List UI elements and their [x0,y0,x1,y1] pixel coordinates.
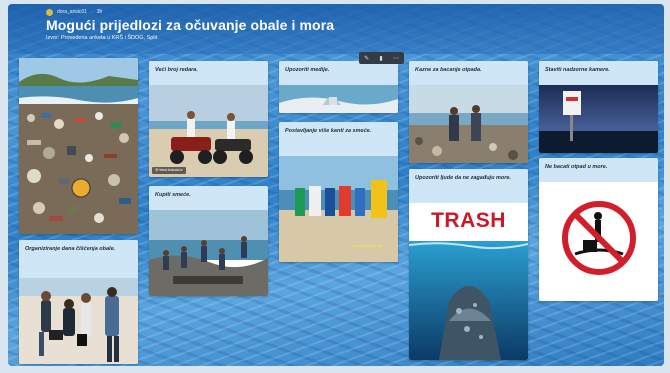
author-name[interactable]: dora_ansic01 [57,9,87,15]
trash-icon[interactable]: ▮ [379,55,382,62]
card-more-guards[interactable]: Veći broj redara. Ⓜ tekst.trokuta.hr [149,61,268,177]
cleanup-volunteers-image [19,278,138,364]
camera-sign-image [539,85,658,153]
card-title: Postavljanje više kanti za smeće. [279,122,398,156]
plastic-wave-image [279,85,398,113]
men-on-littered-beach-image [409,85,528,163]
avatar[interactable] [46,8,53,16]
card-no-dumping[interactable]: Ne bacati otpad u more. [539,158,658,301]
beach-litter-image [19,58,138,234]
card-warn-media[interactable]: Upozoriti medije. [279,61,398,113]
card-title: Kazne za bacanje otpada. [409,61,528,85]
card-title: Staviti nadzorne kamere. [539,61,658,85]
board-header: dora_ansic01 · 3h Mogući prijedlozi za o… [8,4,664,54]
edit-icon[interactable]: ✎ [364,55,369,62]
trash-word: TRASH [431,209,506,232]
card-organize-cleanup[interactable]: Organiziranje dana čišćenja obale. [19,240,138,364]
guards-atv-image: Ⓜ tekst.trokuta.hr [149,85,268,177]
page-subtitle: Izvor: Provedena anketa u KRŠ i ŠDOG, Sp… [46,35,158,41]
no-dumping-sign-image [539,182,658,301]
card-title: Kupiti smeće. [149,186,268,210]
card-cameras[interactable]: Staviti nadzorne kamere. [539,61,658,153]
card-title: Ne bacati otpad u more. [539,158,658,182]
card-buy-nets[interactable]: Kupiti smeće. [149,186,268,296]
author-row: dora_ansic01 · 3h [46,8,626,16]
image-credit[interactable]: Ⓜ tekst.trokuta.hr [152,167,186,174]
card-more-bins[interactable]: Postavljanje više kanti za smeće. Recikl… [279,122,398,262]
recycling-bins-image: Reciklirati & bit [279,156,398,262]
page-title: Mogući prijedlozi za očuvanje obale i mo… [46,17,335,33]
card-title: Upozoriti ljude da ne zagađuju more. [409,169,528,203]
padlet-board: dora_ansic01 · 3h Mogući prijedlozi za o… [8,4,664,366]
card-toolbar: ✎ ▮ ⋯ [359,52,404,64]
card-warn-people[interactable]: Upozoriti ljude da ne zagađuju more. TRA… [409,169,528,360]
bins-overlay-text: Reciklirati & bit [352,243,382,248]
separator: · [91,9,93,15]
post-time: 3h [96,9,103,15]
card-title: Upozoriti medije. [279,61,398,85]
card-title: Veći broj redara. [149,61,268,85]
more-icon[interactable]: ⋯ [393,55,399,62]
card-fines[interactable]: Kazne za bacanje otpada. [409,61,528,163]
card-title: Organiziranje dana čišćenja obale. [19,240,138,278]
trash-banner: TRASH [409,203,528,241]
card-beach-litter-photo[interactable] [19,58,138,234]
people-on-rocks-image [149,210,268,296]
underwater-trash-image [409,241,528,360]
